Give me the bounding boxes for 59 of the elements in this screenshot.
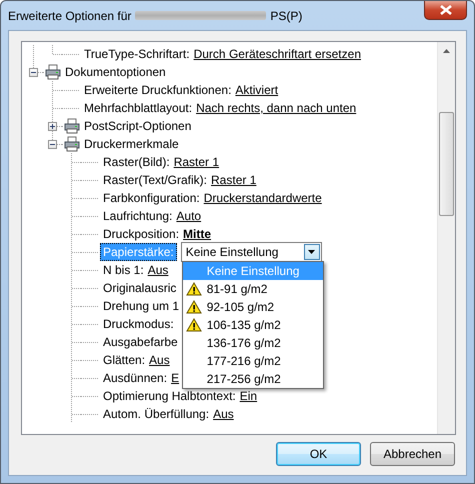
collapse-toggle[interactable] xyxy=(29,68,38,76)
tree-group-label[interactable]: Druckermerkmale xyxy=(81,135,182,153)
setting-label[interactable]: TrueType-Schriftart: xyxy=(81,45,193,63)
dropdown-option[interactable]: 217-256 g/m2 xyxy=(182,370,323,388)
warning-icon xyxy=(186,299,202,315)
setting-value-link[interactable]: Ein xyxy=(240,389,258,403)
setting-label[interactable]: Drehung um 1 xyxy=(100,297,182,315)
cancel-button[interactable]: Abbrechen xyxy=(370,442,455,466)
printer-icon xyxy=(64,118,80,134)
plus-icon xyxy=(50,124,55,128)
close-button[interactable] xyxy=(424,1,467,20)
setting-value-link[interactable]: Nach rechts, dann nach unten xyxy=(196,101,356,115)
dropdown-option[interactable]: 81-91 g/m2 xyxy=(182,280,323,298)
dropdown-option[interactable]: 92-105 g/m2 xyxy=(182,298,323,316)
dropdown-option[interactable]: 136-176 g/m2 xyxy=(182,334,323,352)
setting-label[interactable]: Druckmodus: xyxy=(100,315,177,333)
ok-button[interactable]: OK xyxy=(276,442,361,466)
setting-value-link[interactable]: Raster 1 xyxy=(211,173,256,187)
dropdown-option[interactable]: 177-216 g/m2 xyxy=(182,352,323,370)
tree-group-label[interactable]: Dokumentoptionen xyxy=(62,63,169,81)
warning-icon xyxy=(186,281,202,297)
close-icon xyxy=(440,5,452,15)
setting-label[interactable]: Mehrfachblattlayout: xyxy=(81,99,196,117)
setting-value-link[interactable]: Aktiviert xyxy=(235,83,278,97)
setting-label[interactable]: Farbkonfiguration: xyxy=(100,189,203,207)
setting-label[interactable]: Raster(Bild): xyxy=(100,153,173,171)
setting-value-link[interactable]: Durch Geräteschriftart ersetzen xyxy=(194,47,361,61)
setting-label[interactable]: Optimierung Halbtontext: xyxy=(100,387,239,405)
setting-label[interactable]: Raster(Text/Grafik): xyxy=(100,171,210,189)
dropdown-option[interactable]: 106-135 g/m2 xyxy=(182,316,323,334)
warning-icon xyxy=(186,317,202,333)
setting-label[interactable]: N bis 1: xyxy=(100,261,147,279)
setting-value-link[interactable]: E xyxy=(171,371,180,385)
setting-value-link[interactable]: Mitte xyxy=(183,227,212,241)
setting-label[interactable]: Glätten: xyxy=(100,351,148,369)
setting-value-link[interactable]: Raster 1 xyxy=(174,155,220,169)
window-title-suffix: PS(P) xyxy=(270,8,302,22)
setting-value-link[interactable]: Aus xyxy=(213,407,234,421)
collapse-toggle[interactable] xyxy=(48,140,57,148)
setting-value-link[interactable]: Aus xyxy=(149,353,170,367)
setting-label[interactable]: Originalausric xyxy=(100,279,180,297)
scroll-up-arrow-icon[interactable] xyxy=(443,48,450,52)
expand-toggle[interactable] xyxy=(48,122,57,130)
setting-label[interactable]: Ausdünnen: xyxy=(100,369,170,387)
printer-icon xyxy=(45,64,61,80)
setting-label[interactable]: Erweiterte Druckfunktionen: xyxy=(81,81,234,99)
setting-label[interactable]: Autom. Überfüllung: xyxy=(100,405,212,423)
setting-value-link[interactable]: Druckerstandardwerte xyxy=(204,191,322,205)
setting-label[interactable]: Ausgabefarbe xyxy=(100,333,181,351)
scrollbar-thumb[interactable] xyxy=(439,112,454,216)
setting-label[interactable]: Laufrichtung: xyxy=(100,207,176,225)
dropdown-arrow-icon[interactable] xyxy=(308,250,316,254)
scrollbar[interactable] xyxy=(437,42,455,434)
setting-value-link[interactable]: Auto xyxy=(176,209,202,223)
tree-group-label[interactable]: PostScript-Optionen xyxy=(81,117,194,135)
setting-label[interactable]: Druckposition: xyxy=(100,225,182,243)
setting-value-link[interactable]: Aus xyxy=(148,263,168,277)
window-title: Erweiterte Optionen für xyxy=(8,8,132,22)
printer-icon xyxy=(64,136,80,152)
